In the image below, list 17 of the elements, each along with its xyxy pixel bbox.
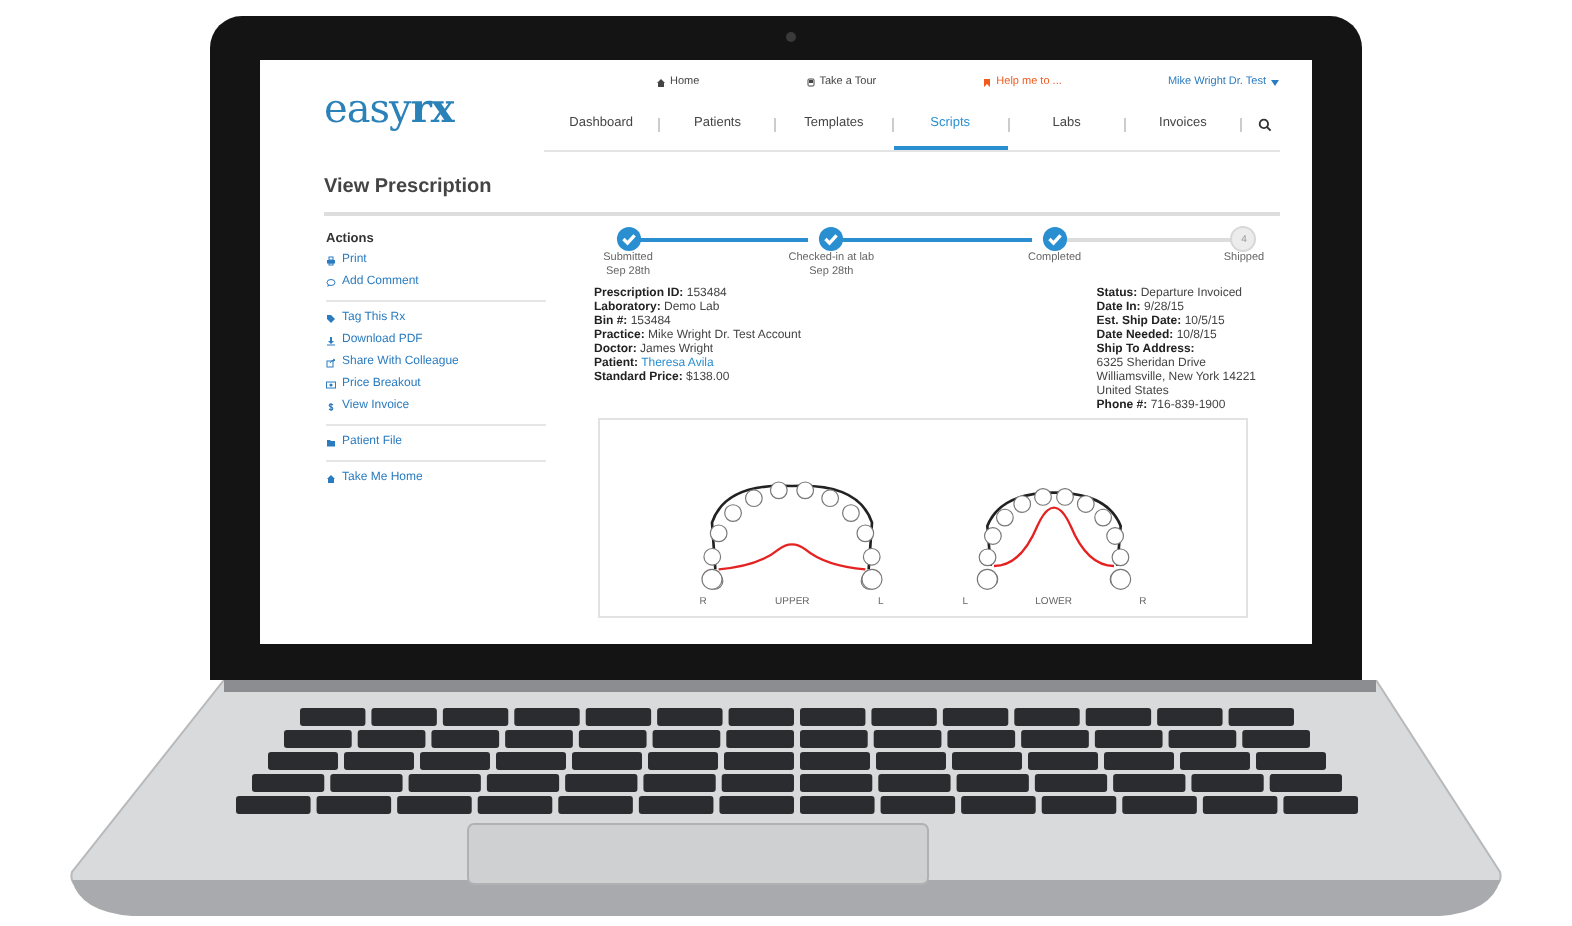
speech-bubble-icon — [326, 278, 336, 288]
page-title: View Prescription — [324, 176, 492, 198]
logo[interactable]: easyrx — [324, 60, 544, 152]
folder-icon — [326, 438, 336, 448]
tag-icon — [326, 314, 336, 324]
home-icon — [656, 77, 666, 87]
camera-dot — [786, 32, 796, 42]
home-icon — [326, 474, 336, 484]
caret-icon — [1269, 77, 1280, 87]
dollar-icon — [326, 402, 336, 412]
download-icon — [326, 336, 336, 346]
share-icon — [326, 358, 336, 368]
search-icon[interactable] — [1258, 117, 1273, 131]
bookmark-icon — [982, 77, 993, 87]
banknote-icon — [326, 380, 336, 390]
bus-icon — [805, 77, 816, 87]
printer-icon — [326, 256, 336, 266]
